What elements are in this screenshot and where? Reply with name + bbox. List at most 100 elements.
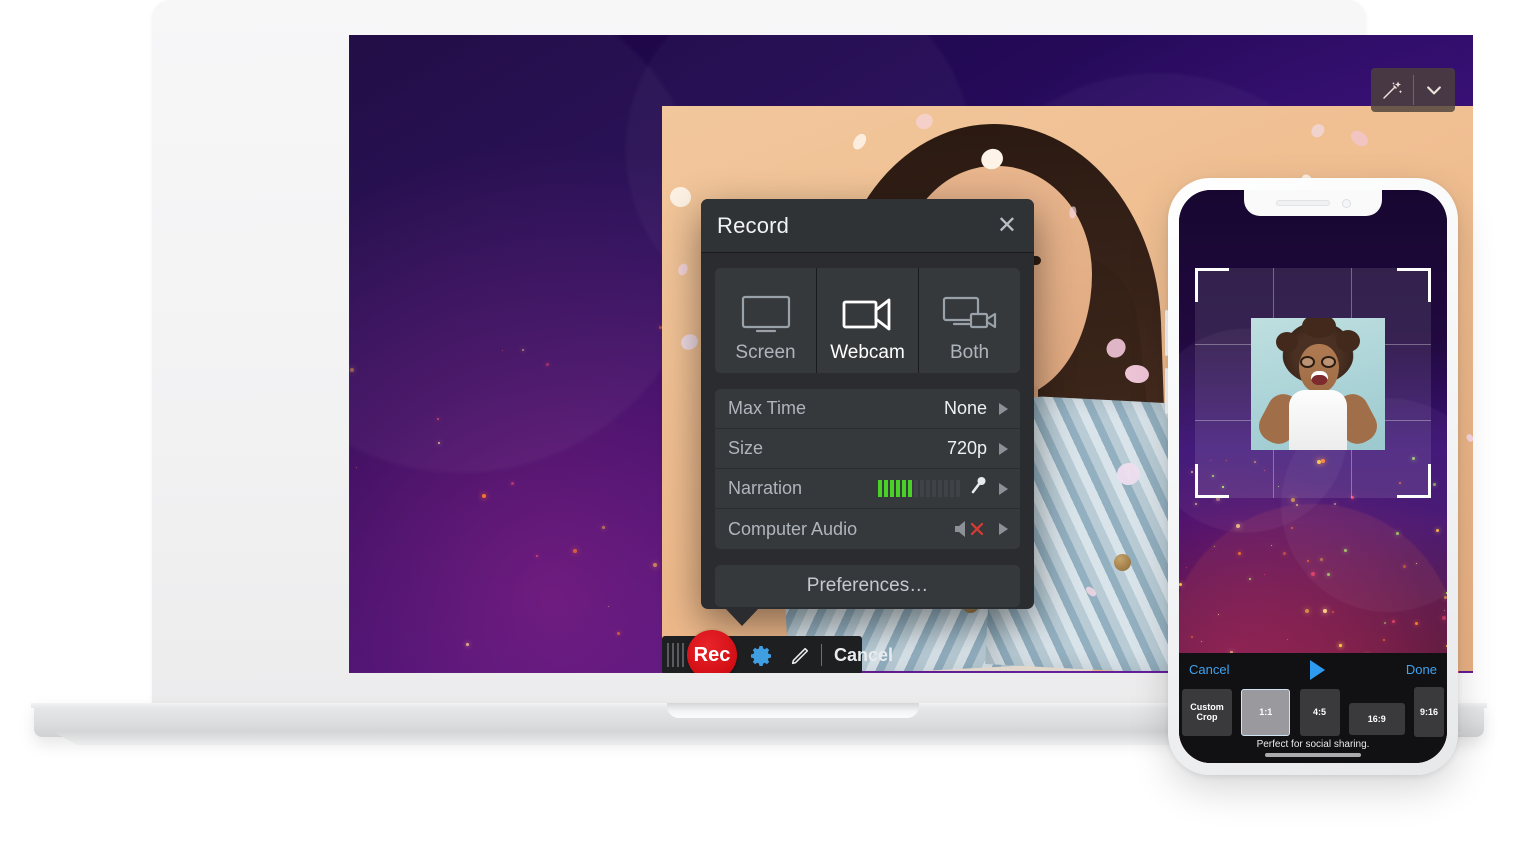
sparkle: [1238, 552, 1241, 555]
close-icon[interactable]: ✕: [997, 213, 1017, 238]
play-icon[interactable]: [1310, 659, 1326, 680]
audio-meter-bar: [890, 480, 894, 497]
crop-handle-tl[interactable]: [1195, 268, 1198, 302]
audio-meter-bar: [938, 480, 942, 497]
pencil-icon[interactable]: [789, 645, 811, 672]
crop-handle-tr[interactable]: [1397, 268, 1431, 271]
audio-meter-bar: [920, 480, 924, 497]
setting-row-size[interactable]: Size 720p: [715, 429, 1020, 469]
sparkle: [1433, 483, 1436, 486]
sparkle: [617, 632, 620, 635]
panel-title: Record: [717, 212, 790, 238]
preferences-button[interactable]: Preferences…: [715, 565, 1020, 607]
magic-wand-icon[interactable]: [1371, 68, 1413, 112]
confetti-piece: [913, 111, 936, 132]
record-mode-both[interactable]: Both: [919, 268, 1020, 373]
magic-toolbar[interactable]: [1371, 68, 1455, 112]
earpiece-speaker-icon: [1275, 200, 1330, 206]
sparkle: [1264, 574, 1265, 575]
sparkle: [1201, 641, 1202, 642]
record-mode-screen[interactable]: Screen: [715, 268, 816, 373]
sparkle: [438, 442, 440, 444]
sparkle: [1291, 498, 1295, 502]
audio-meter-bar: [908, 480, 912, 497]
sparkle: [602, 526, 605, 529]
ratio-custom-line2: Crop: [1196, 712, 1218, 722]
setting-row-computer-audio[interactable]: Computer Audio: [715, 509, 1020, 549]
sparkle: [1214, 546, 1215, 547]
chevron-right-icon[interactable]: [999, 442, 1008, 455]
chevron-right-icon[interactable]: [999, 402, 1008, 415]
record-mode-webcam-label: Webcam: [830, 342, 905, 363]
sparkle: [482, 494, 486, 498]
ratio-4-5[interactable]: 4:5: [1299, 688, 1340, 736]
confetti-piece: [1308, 121, 1328, 140]
speaker-muted-icon[interactable]: [953, 519, 987, 539]
gear-icon[interactable]: [750, 644, 774, 673]
screenshot-root: Record ✕ Screen Webcam Both Max Time Non…: [0, 0, 1519, 848]
confetti-piece: [668, 185, 693, 209]
setting-row-max-time[interactable]: Max Time None: [715, 389, 1020, 429]
sparkle: [466, 643, 469, 646]
rec-button[interactable]: Rec: [687, 630, 737, 673]
phone-cancel-button[interactable]: Cancel: [1189, 662, 1229, 677]
record-mode-group: Screen Webcam Both: [715, 268, 1020, 373]
phone-volume-down-button[interactable]: [1165, 368, 1168, 414]
crop-preview-photo: [1251, 318, 1385, 450]
home-indicator[interactable]: [1265, 753, 1361, 757]
photo-person-glasses-left: [1300, 356, 1315, 368]
drag-handle-icon[interactable]: [667, 643, 687, 667]
ratio-9-16[interactable]: 9:16: [1414, 687, 1444, 737]
record-panel: Record ✕ Screen Webcam Both Max Time Non…: [701, 199, 1034, 626]
record-mode-webcam[interactable]: Webcam: [817, 268, 918, 373]
audio-meter-bar: [950, 480, 954, 497]
sparkle: [1305, 609, 1309, 613]
confetti-piece: [676, 262, 690, 277]
photo-person-glasses-right: [1321, 356, 1336, 368]
crop-handle-bl[interactable]: [1195, 464, 1198, 498]
phone-done-button[interactable]: Done: [1406, 662, 1437, 677]
ratio-custom-crop[interactable]: Custom Crop: [1182, 688, 1232, 736]
sparkle: [1416, 563, 1417, 564]
sparkle: [608, 606, 609, 607]
setting-row-narration[interactable]: Narration: [715, 469, 1020, 509]
sparkle: [1396, 532, 1399, 535]
cancel-recording-button[interactable]: Cancel: [834, 645, 893, 666]
sparkle: [511, 482, 514, 485]
crop-handle-tr[interactable]: [1428, 268, 1431, 302]
setting-label: Computer Audio: [728, 518, 858, 539]
chevron-right-icon[interactable]: [999, 523, 1008, 535]
ratio-16-9[interactable]: 16:9: [1348, 703, 1405, 735]
chevron-right-icon[interactable]: [999, 482, 1008, 495]
video-camera-icon: [842, 286, 894, 342]
sparkle: [1332, 611, 1334, 613]
confetti-piece: [678, 331, 701, 353]
sparkle: [1344, 549, 1347, 552]
microphone-icon[interactable]: [970, 476, 987, 501]
setting-value: 720p: [946, 438, 987, 458]
audio-meter-bar: [914, 480, 918, 497]
sparkle: [1442, 616, 1446, 620]
crop-handle-bl[interactable]: [1195, 495, 1229, 498]
sparkle: [1271, 545, 1272, 546]
photo-person-shirt: [1289, 390, 1347, 450]
sparkle: [1307, 560, 1309, 562]
sparkle: [1296, 504, 1298, 506]
crop-action-bar-top: Cancel Done: [1179, 653, 1447, 686]
toolbar-divider: [821, 644, 822, 666]
chevron-down-icon[interactable]: [1414, 68, 1456, 112]
crop-handle-br[interactable]: [1428, 464, 1431, 498]
phone-volume-up-button[interactable]: [1165, 310, 1168, 356]
sparkle: [1311, 572, 1315, 576]
audio-meter-bar: [878, 480, 882, 497]
phone-screen: Cancel Done Custom Crop 1:1 4:5 16:9 9:1…: [1179, 190, 1447, 763]
ratio-1-1[interactable]: 1:1: [1241, 688, 1291, 736]
laptop-base-notch: [667, 703, 919, 718]
crop-handle-br[interactable]: [1397, 495, 1431, 498]
sparkle: [536, 555, 538, 557]
sparkle: [1291, 527, 1293, 529]
sparkle: [1446, 592, 1447, 594]
sparkle: [1195, 503, 1197, 505]
monitor-and-camera-icon: [942, 286, 998, 342]
crop-handle-tl[interactable]: [1195, 268, 1229, 271]
